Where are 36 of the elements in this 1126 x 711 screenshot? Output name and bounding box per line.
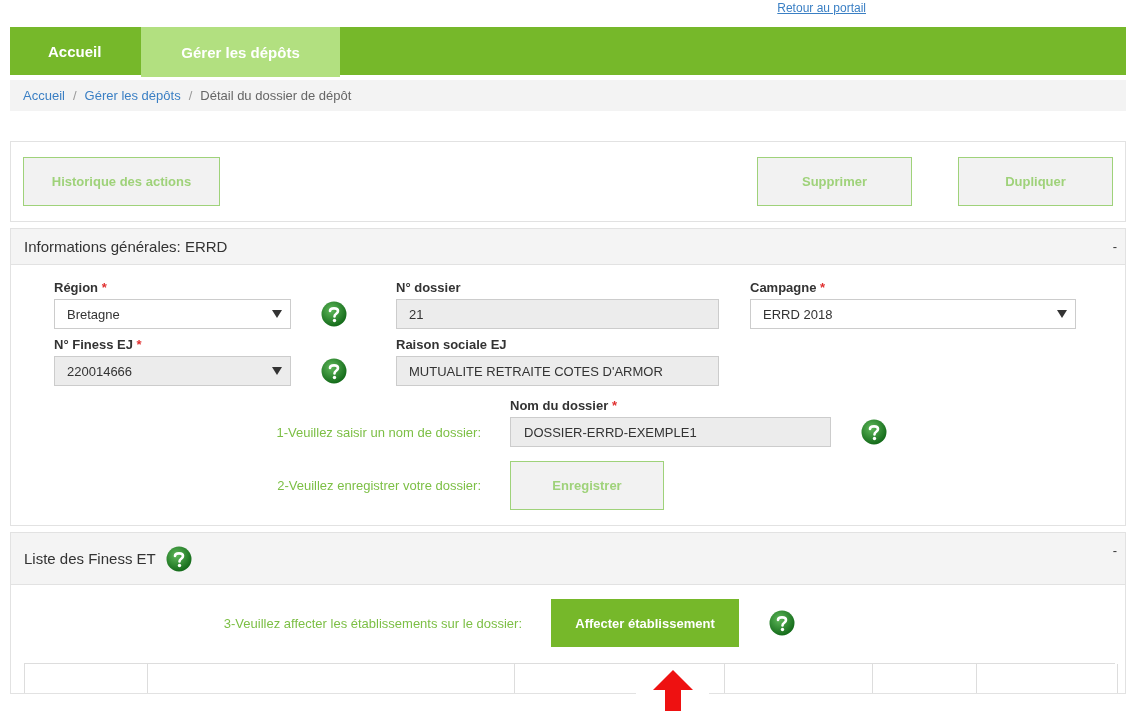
portal-link[interactable]: Retour au portail — [777, 2, 866, 14]
field-label: Nom du dossier * — [510, 398, 618, 413]
select-field[interactable]: ERRD 2018 — [750, 299, 1076, 329]
field-label: N° dossier — [396, 280, 462, 295]
section-header[interactable]: Informations générales: ERRD - — [11, 229, 1125, 265]
caret-icon — [272, 367, 282, 375]
current-page-title: Détail du dossier de dépôt — [200, 88, 352, 103]
step-instruction: 2-Veuillez enregistrer votre dossier: — [276, 478, 481, 493]
arrow-up-icon — [652, 670, 693, 711]
section-header[interactable]: Liste des Finess ET - — [11, 533, 1125, 585]
step-instruction: 3-Veuillez affecter les établissements sur le dossier: — [222, 615, 522, 631]
section-title: Liste des Finess ET — [24, 550, 156, 567]
breadcrumb-link[interactable]: Gérer les dépôts — [84, 88, 181, 103]
step-instruction: 1-Veuillez saisir un nom de dossier: — [275, 424, 481, 440]
help-icon[interactable] — [321, 301, 347, 327]
caret-icon — [1057, 310, 1067, 318]
breadcrumb-separator: / — [72, 88, 77, 103]
required-asterisk: * — [820, 280, 826, 295]
help-icon[interactable] — [165, 545, 192, 572]
section-title: Informations générales: ERRD — [24, 238, 228, 255]
help-icon[interactable] — [861, 419, 887, 445]
caret-icon — [272, 310, 282, 318]
required-asterisk: * — [101, 280, 107, 295]
collapse-toggle[interactable]: - — [1112, 239, 1117, 254]
select-field[interactable]: Bretagne — [54, 299, 291, 329]
field-label: Région * — [54, 280, 108, 295]
help-icon[interactable] — [769, 610, 795, 636]
required-asterisk: * — [611, 398, 617, 413]
required-asterisk: * — [136, 337, 142, 352]
input-field[interactable]: DOSSIER-ERRD-EXEMPLE1 — [510, 417, 831, 447]
field-label: Campagne * — [750, 280, 827, 295]
breadcrumb-link[interactable]: Accueil — [23, 88, 65, 103]
field-label: Raison sociale EJ — [396, 337, 508, 352]
breadcrumb-separator: / — [188, 88, 193, 103]
field-label: N° Finess EJ * — [54, 337, 143, 352]
collapse-toggle[interactable]: - — [1112, 543, 1117, 558]
